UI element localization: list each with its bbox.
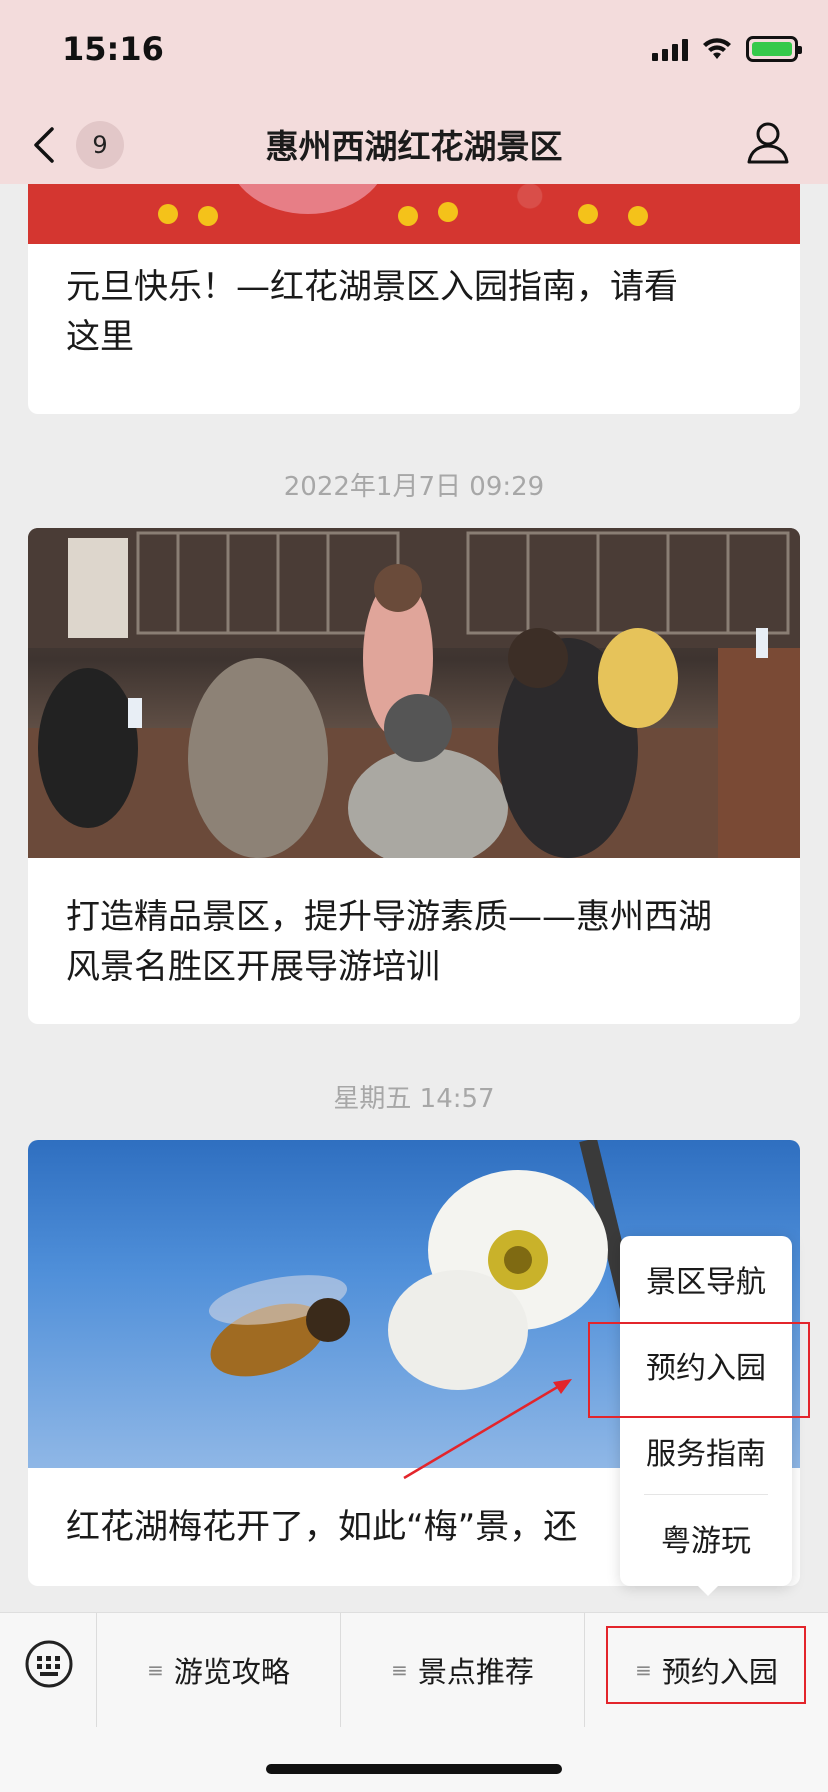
submenu-item-yueyouwan[interactable]: 粤游玩 (620, 1495, 792, 1581)
submenu-item-service-guide[interactable]: 服务指南 (620, 1408, 792, 1494)
status-time: 15:16 (62, 30, 164, 68)
menu-item-travel-guide[interactable]: ≡ 游览攻略 (96, 1613, 340, 1727)
signal-icon (652, 37, 688, 61)
battery-icon (746, 36, 802, 62)
menu-item-reservation[interactable]: ≡ 预约入园 (584, 1613, 828, 1727)
nav-bar: 9 惠州西湖红花湖景区 (0, 100, 828, 184)
submenu-item-scenic-navigation[interactable]: 景区导航 (620, 1236, 792, 1322)
message-timestamp: 2022年1月7日 09:29 (283, 472, 545, 502)
wifi-icon (703, 38, 731, 59)
bottom-menu-bar: ≡ 游览攻略 ≡ 景点推荐 ≡ 预约入园 (0, 1612, 828, 1792)
menu-list-icon: ≡ (635, 1658, 652, 1682)
page-title: 惠州西湖红花湖景区 (265, 127, 563, 166)
submenu-item-reservation[interactable]: 预约入园 (620, 1322, 792, 1408)
menu-list-icon: ≡ (391, 1658, 408, 1682)
menu-item-label: 游览攻略 (173, 1655, 290, 1689)
menu-item-label: 景点推荐 (417, 1655, 534, 1689)
header: 15:16 9 惠州西湖红花湖景区 (0, 0, 828, 184)
menu-item-label: 预约入园 (661, 1655, 778, 1689)
profile-icon[interactable] (744, 118, 792, 166)
menu-item-attractions[interactable]: ≡ 景点推荐 (340, 1613, 584, 1727)
home-indicator (266, 1764, 562, 1774)
article-title: 元旦快乐！—红花湖景区入园指南，请看 这里 (66, 267, 678, 357)
menu-list-icon: ≡ (147, 1658, 164, 1682)
message-timestamp: 星期五 14:57 (333, 1084, 495, 1114)
article-card[interactable]: 打造精品景区，提升导游素质——惠州西湖 风景名胜区开展导游培训 (28, 528, 800, 1024)
status-icons (652, 36, 802, 62)
menu-items: ≡ 游览攻略 ≡ 景点推荐 ≡ 预约入园 (96, 1613, 828, 1727)
article-title: 打造精品景区，提升导游素质——惠州西湖 风景名胜区开展导游培训 (66, 897, 712, 987)
article-cover-image (28, 528, 800, 858)
keyboard-icon[interactable] (24, 1639, 74, 1689)
submenu-popup: 景区导航 预约入园 服务指南 粤游玩 (620, 1236, 792, 1596)
